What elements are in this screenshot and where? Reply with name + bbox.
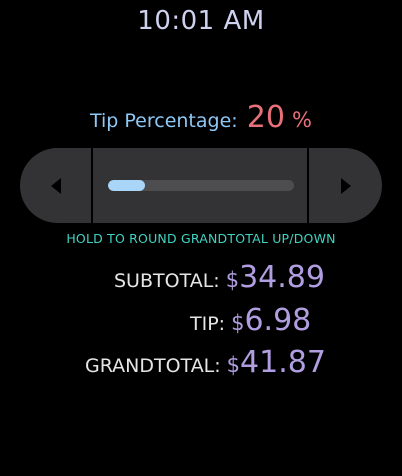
- tip-currency: $: [231, 311, 245, 335]
- subtotal-label: SUBTOTAL:: [114, 270, 220, 292]
- tip-label: TIP:: [190, 313, 226, 335]
- decrease-tip-button[interactable]: [20, 148, 92, 223]
- subtotal-amount: 34.89: [239, 260, 325, 295]
- tip-percentage-value: 20: [246, 100, 285, 135]
- tip-percentage-label: Tip Percentage:: [89, 110, 238, 132]
- grandtotal-label: GRANDTOTAL:: [85, 355, 221, 377]
- grandtotal-currency: $: [226, 353, 241, 377]
- increase-tip-button[interactable]: [310, 148, 382, 223]
- tip-stepper: [20, 148, 382, 223]
- tip-amount: 6.98: [244, 303, 312, 338]
- grandtotal-row[interactable]: GRANDTOTAL: $41.87: [85, 345, 326, 380]
- clock-time: 10:01 AM: [137, 6, 265, 36]
- tip-slider[interactable]: [108, 180, 294, 191]
- tip-percentage-unit: %: [292, 108, 313, 132]
- subtotal-row: SUBTOTAL: $34.89: [114, 260, 325, 295]
- triangle-right-icon: [341, 177, 351, 194]
- subtotal-currency: $: [225, 268, 240, 292]
- triangle-left-icon: [51, 177, 61, 194]
- tip-percentage-row: Tip Percentage: 20 %: [0, 100, 402, 135]
- tip-row: TIP: $6.98: [190, 303, 311, 338]
- stepper-divider: [91, 148, 93, 223]
- grandtotal-amount[interactable]: 41.87: [240, 345, 326, 380]
- tip-slider-fill: [108, 180, 146, 191]
- round-hint: HOLD TO ROUND GRANDTOTAL UP/DOWN: [66, 231, 336, 246]
- stepper-divider: [307, 148, 309, 223]
